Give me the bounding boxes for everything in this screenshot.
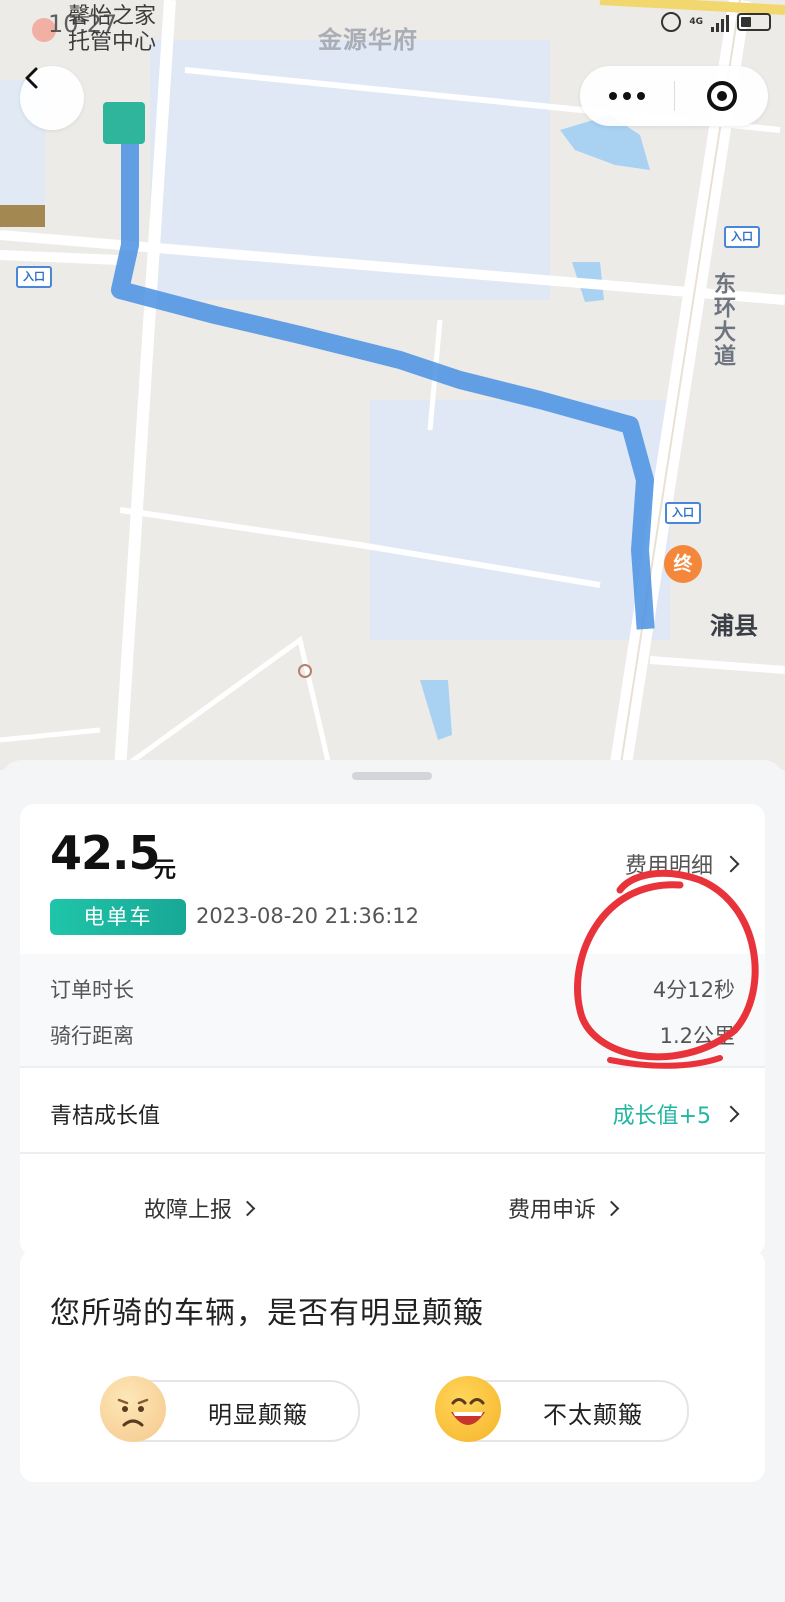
divider (20, 1066, 765, 1068)
chevron-right-icon (239, 1200, 256, 1216)
more-button[interactable] (580, 66, 674, 126)
status-bar: 10:27 馨怡之家 托管中心 4G (0, 0, 785, 55)
sad-face-icon (100, 1376, 166, 1442)
target-icon (706, 81, 737, 111)
option-bumpy-label: 明显颠簸 (208, 1401, 308, 1429)
network-type: 4G (689, 17, 703, 27)
road-label: 东环大道 (710, 272, 735, 368)
overlay-watermark: 馨怡之家 托管中心 (68, 4, 156, 56)
order-datetime: 2023-08-20 21:36:12 (196, 904, 420, 928)
entry-badge: 入口 (665, 502, 701, 524)
alarm-icon (661, 12, 682, 32)
duration-value: 4分12秒 (652, 978, 735, 1002)
order-price: 42.5 (50, 826, 160, 880)
bump-survey-card: 您所骑的车辆，是否有明显颠簸 明显颠簸 不太颠簸 (20, 1250, 765, 1482)
entry-badge: 入口 (16, 266, 52, 288)
battery-icon (737, 13, 771, 31)
signal-icon (711, 12, 729, 32)
entry-badge: 入口 (724, 226, 760, 248)
growth-value-link[interactable]: 成长值+5 (612, 1098, 740, 1130)
destination-marker: 终 (664, 545, 702, 583)
survey-question: 您所骑的车辆，是否有明显颠簸 (50, 1296, 484, 1331)
happy-face-icon (435, 1376, 501, 1442)
growth-value: 成长值+5 (612, 1104, 711, 1129)
order-summary-card: 42.5 元 费用明细 电单车 2023-08-20 21:36:12 订单时长… (20, 804, 765, 1256)
ride-map[interactable]: 金源华府 东环大道 入口 入口 入口 终 浦县 10:27 馨怡之家 托管中心 … (0, 0, 785, 770)
distance-label: 骑行距离 (50, 1024, 134, 1048)
chevron-right-icon (722, 855, 740, 873)
divider (20, 1152, 765, 1154)
watermark-line1: 馨怡之家 (68, 4, 157, 29)
map-poi-dot (298, 664, 312, 678)
status-icons: 4G (661, 12, 771, 32)
back-button[interactable] (20, 66, 84, 130)
watermark-line2: 托管中心 (68, 30, 157, 55)
distance-row: 骑行距离 1.2公里 (50, 1020, 735, 1050)
fee-appeal-label: 费用申诉 (508, 1198, 597, 1223)
destination-label: 浦县 (710, 612, 758, 640)
chevron-right-icon (603, 1200, 620, 1216)
option-bumpy-button[interactable]: 明显颠簸 (100, 1376, 360, 1442)
fee-detail-label: 费用明细 (624, 854, 713, 879)
distance-value: 1.2公里 (659, 1024, 735, 1048)
price-unit: 元 (154, 858, 177, 883)
chevron-right-icon (722, 1105, 740, 1123)
fee-detail-link[interactable]: 费用明细 (624, 848, 740, 880)
chevron-left-icon (25, 67, 38, 89)
duration-label: 订单时长 (50, 978, 134, 1002)
duration-row: 订单时长 4分12秒 (50, 974, 735, 1004)
ride-stats: 订单时长 4分12秒 骑行距离 1.2公里 (20, 954, 765, 1066)
bottom-sheet: 42.5 元 费用明细 电单车 2023-08-20 21:36:12 订单时长… (0, 760, 785, 1602)
miniprogram-capsule (580, 66, 768, 126)
drag-handle[interactable] (352, 772, 432, 780)
more-dots-icon (609, 92, 617, 100)
report-fault-button[interactable]: 故障上报 (144, 1192, 256, 1224)
option-smooth-label: 不太颠簸 (543, 1401, 643, 1429)
vehicle-type-badge: 电单车 (50, 899, 186, 935)
report-fault-label: 故障上报 (144, 1198, 233, 1223)
growth-label: 青桔成长值 (50, 1104, 161, 1129)
fee-appeal-button[interactable]: 费用申诉 (508, 1192, 620, 1224)
close-miniprogram-button[interactable] (675, 66, 768, 126)
option-smooth-button[interactable]: 不太颠簸 (435, 1376, 689, 1442)
